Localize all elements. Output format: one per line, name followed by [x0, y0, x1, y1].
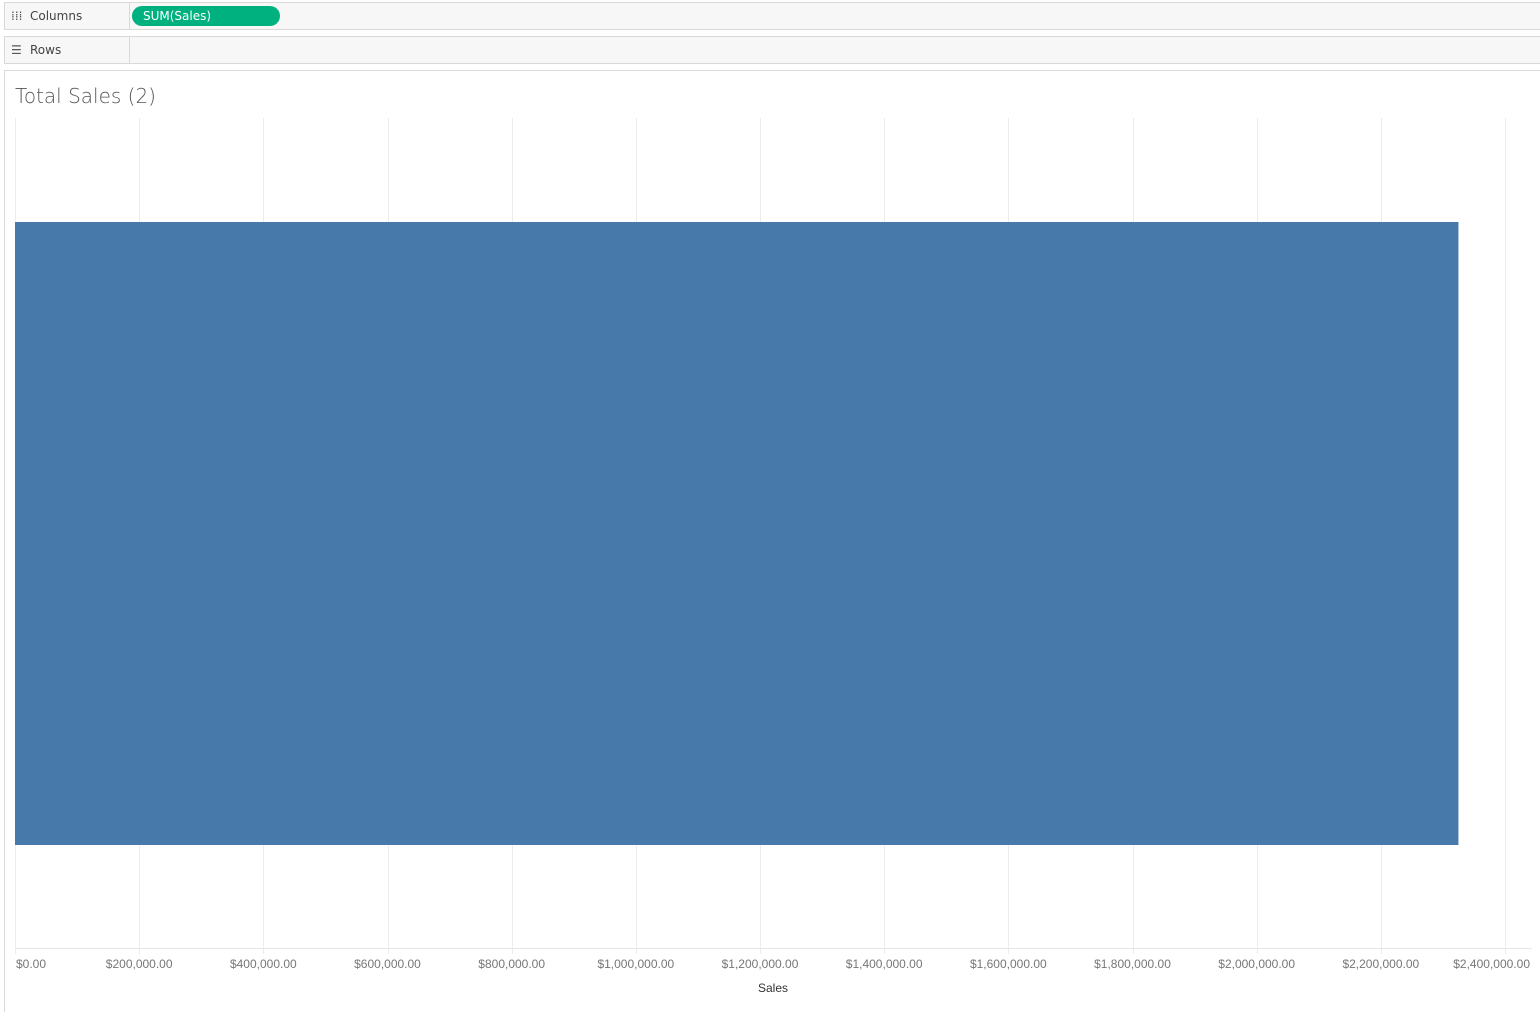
x-tick-label: $600,000.00	[354, 957, 421, 971]
x-tick-label: $2,200,000.00	[1342, 957, 1419, 971]
x-tick-label: $200,000.00	[106, 957, 173, 971]
x-tick-label: $0.00	[16, 957, 46, 971]
bar	[15, 222, 1459, 845]
x-tick-label: $400,000.00	[230, 957, 297, 971]
x-tick-label: $1,800,000.00	[1094, 957, 1171, 971]
bar-chart: $0.00 $200,000.00 $400,000.00 $600,000.00 $8…	[15, 118, 1532, 995]
x-tick-label: $2,000,000.00	[1218, 957, 1295, 971]
x-tick-label: $2,400,000.00	[1453, 957, 1530, 971]
x-tick-label: $1,200,000.00	[722, 957, 799, 971]
x-tick-label: $800,000.00	[478, 957, 545, 971]
x-tick-label: $1,000,000.00	[597, 957, 674, 971]
x-tick-label: $1,600,000.00	[970, 957, 1047, 971]
x-axis-title: Sales	[758, 981, 788, 995]
x-tick-label: $1,400,000.00	[846, 957, 923, 971]
